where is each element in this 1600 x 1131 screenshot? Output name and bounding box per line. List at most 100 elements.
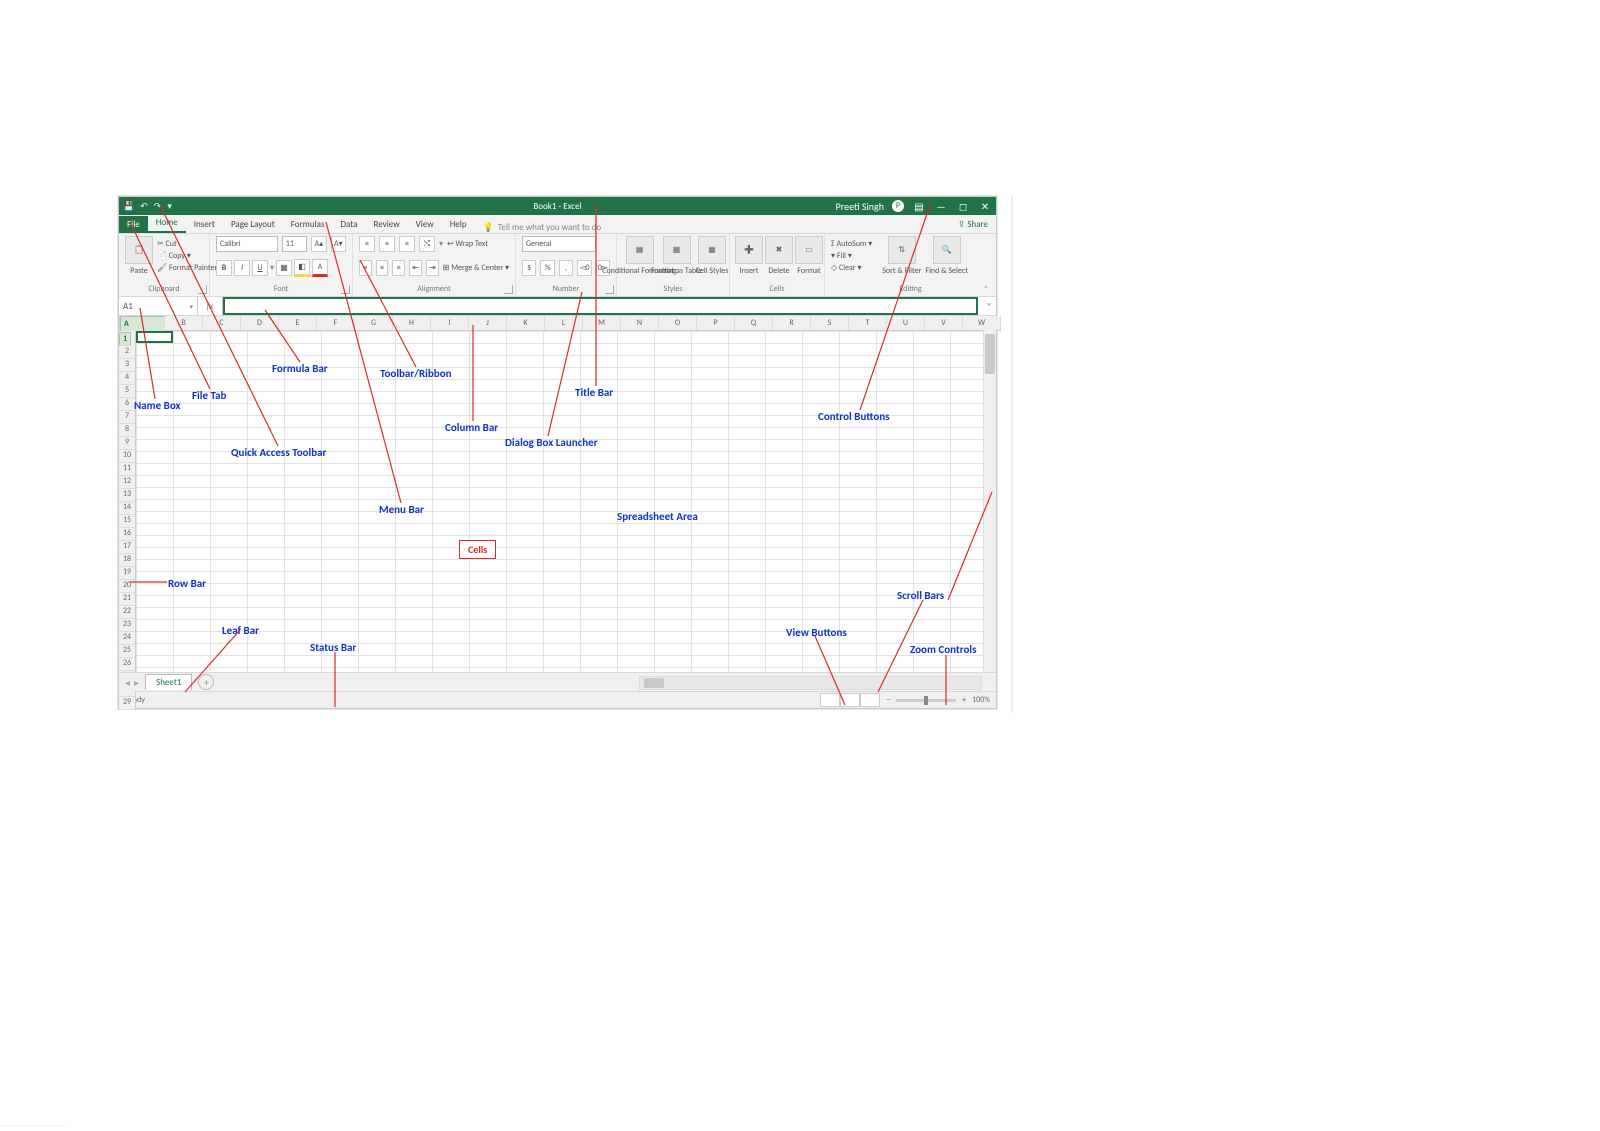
col-header-I[interactable]: I [431,316,469,330]
find-select-icon[interactable]: 🔍 [933,236,961,264]
row-header-18[interactable]: 18 [119,554,135,567]
dialog-launcher-alignment[interactable] [504,285,513,294]
prev-sheet-icon[interactable]: ◂ [125,676,130,689]
row-header-8[interactable]: 8 [119,424,135,437]
fill-color-button[interactable]: ◧ [294,259,310,277]
next-sheet-icon[interactable]: ▸ [134,676,139,689]
increase-decimal-icon[interactable]: ◅0 [577,260,591,276]
row-header-2[interactable]: 2 [119,346,135,359]
insert-cells-icon[interactable]: ➕ [735,236,763,264]
col-header-U[interactable]: U [887,316,925,330]
cell-grid[interactable] [136,331,996,673]
row-header-25[interactable]: 25 [119,645,135,658]
col-header-W[interactable]: W [963,316,1001,330]
row-header-1[interactable]: 1 [119,332,131,346]
currency-icon[interactable]: $ [522,260,536,276]
minimize-button[interactable]: — [934,200,948,213]
format-painter-button[interactable]: 🖌 Format Painter [157,263,217,273]
expand-formula-bar-icon[interactable]: ˅ [982,297,996,315]
row-header-29[interactable]: 29 [119,697,135,710]
share-button[interactable]: ⇪ Share [950,216,996,233]
border-button[interactable]: ▦ [276,260,292,276]
col-header-A[interactable]: A [120,316,165,332]
tab-data[interactable]: Data [332,216,365,233]
delete-cells-icon[interactable]: ✖ [765,236,793,264]
col-header-R[interactable]: R [773,316,811,330]
row-header-24[interactable]: 24 [119,632,135,645]
align-center-icon[interactable]: ≡ [376,260,389,276]
name-box-dropdown-icon[interactable]: ▾ [189,302,193,311]
comma-icon[interactable]: , [559,260,573,276]
col-header-C[interactable]: C [203,316,241,330]
collapse-ribbon-icon[interactable]: ˄ [978,284,994,294]
save-icon[interactable]: 💾 [123,201,134,212]
active-cell[interactable] [136,331,173,343]
col-header-T[interactable]: T [849,316,887,330]
row-header-6[interactable]: 6 [119,398,135,411]
row-header-22[interactable]: 22 [119,606,135,619]
tab-formulas[interactable]: Formulas [283,216,333,233]
font-color-button[interactable]: A [312,259,328,277]
sort-filter-icon[interactable]: ⇅ [888,236,916,264]
scrollbar-thumb[interactable] [985,334,995,374]
tell-me-search[interactable]: 💡 Tell me what you want to do [483,222,602,233]
align-bottom-icon[interactable]: ≡ [399,236,415,252]
tab-help[interactable]: Help [442,216,475,233]
col-header-J[interactable]: J [469,316,507,330]
tab-insert[interactable]: Insert [186,216,223,233]
conditional-formatting-icon[interactable]: ▦ [626,236,654,264]
close-button[interactable]: ✕ [978,200,992,213]
name-box[interactable]: A1 ▾ [119,297,198,315]
zoom-slider[interactable] [896,699,956,702]
copy-button[interactable]: 📄 Copy ▾ [157,251,217,261]
dialog-launcher-number[interactable] [605,285,614,294]
col-header-L[interactable]: L [545,316,583,330]
indent-dec-icon[interactable]: ⇤ [409,260,422,276]
col-header-F[interactable]: F [317,316,355,330]
number-format-select[interactable]: General [522,236,596,252]
align-top-icon[interactable]: ≡ [359,236,375,252]
row-header-10[interactable]: 10 [119,450,135,463]
col-header-Q[interactable]: Q [735,316,773,330]
cut-button[interactable]: ✂ Cut [157,239,217,249]
col-header-S[interactable]: S [811,316,849,330]
row-headers[interactable]: 1234567891011121314151617181920212223242… [119,331,136,710]
underline-button[interactable]: U [252,260,268,276]
row-header-5[interactable]: 5 [119,385,135,398]
autosum-button[interactable]: Σ AutoSum ▾ [831,239,872,249]
ribbon-display-icon[interactable]: ▤ [912,200,926,213]
tab-review[interactable]: Review [365,216,407,233]
row-header-23[interactable]: 23 [119,619,135,632]
sheet-tab[interactable]: Sheet1 [145,674,192,690]
row-header-9[interactable]: 9 [119,437,135,450]
dialog-launcher-clipboard[interactable] [198,285,207,294]
shrink-font-button[interactable]: A▾ [331,236,346,252]
horizontal-scrollbar[interactable] [639,676,982,690]
format-as-table-icon[interactable]: ▦ [663,236,691,264]
clear-button[interactable]: ◇ Clear ▾ [831,263,872,273]
row-header-7[interactable]: 7 [119,411,135,424]
tab-home[interactable]: Home [148,214,186,233]
percent-icon[interactable]: % [540,260,554,276]
italic-button[interactable]: I [234,260,250,276]
row-header-19[interactable]: 19 [119,567,135,580]
align-right-icon[interactable]: ≡ [392,260,405,276]
row-header-14[interactable]: 14 [119,502,135,515]
indent-inc-icon[interactable]: ⇥ [426,260,439,276]
insert-function-button[interactable]: fx [198,297,223,315]
tab-file[interactable]: File [119,216,148,233]
row-header-21[interactable]: 21 [119,593,135,606]
font-size-select[interactable]: 11 [282,236,307,252]
redo-icon[interactable]: ↷ [154,201,162,212]
user-name[interactable]: Preeti Singh [836,200,884,213]
row-header-16[interactable]: 16 [119,528,135,541]
align-left-icon[interactable]: ≡ [359,260,372,276]
sheet-nav[interactable]: ◂▸ [119,676,145,689]
dialog-launcher-font[interactable] [341,285,350,294]
paste-icon[interactable]: 📋 [125,236,153,264]
col-header-K[interactable]: K [507,316,545,330]
column-headers[interactable]: ABCDEFGHIJKLMNOPQRSTUVW [120,316,1001,331]
vertical-scrollbar[interactable] [983,330,996,672]
col-header-D[interactable]: D [241,316,279,330]
row-header-15[interactable]: 15 [119,515,135,528]
